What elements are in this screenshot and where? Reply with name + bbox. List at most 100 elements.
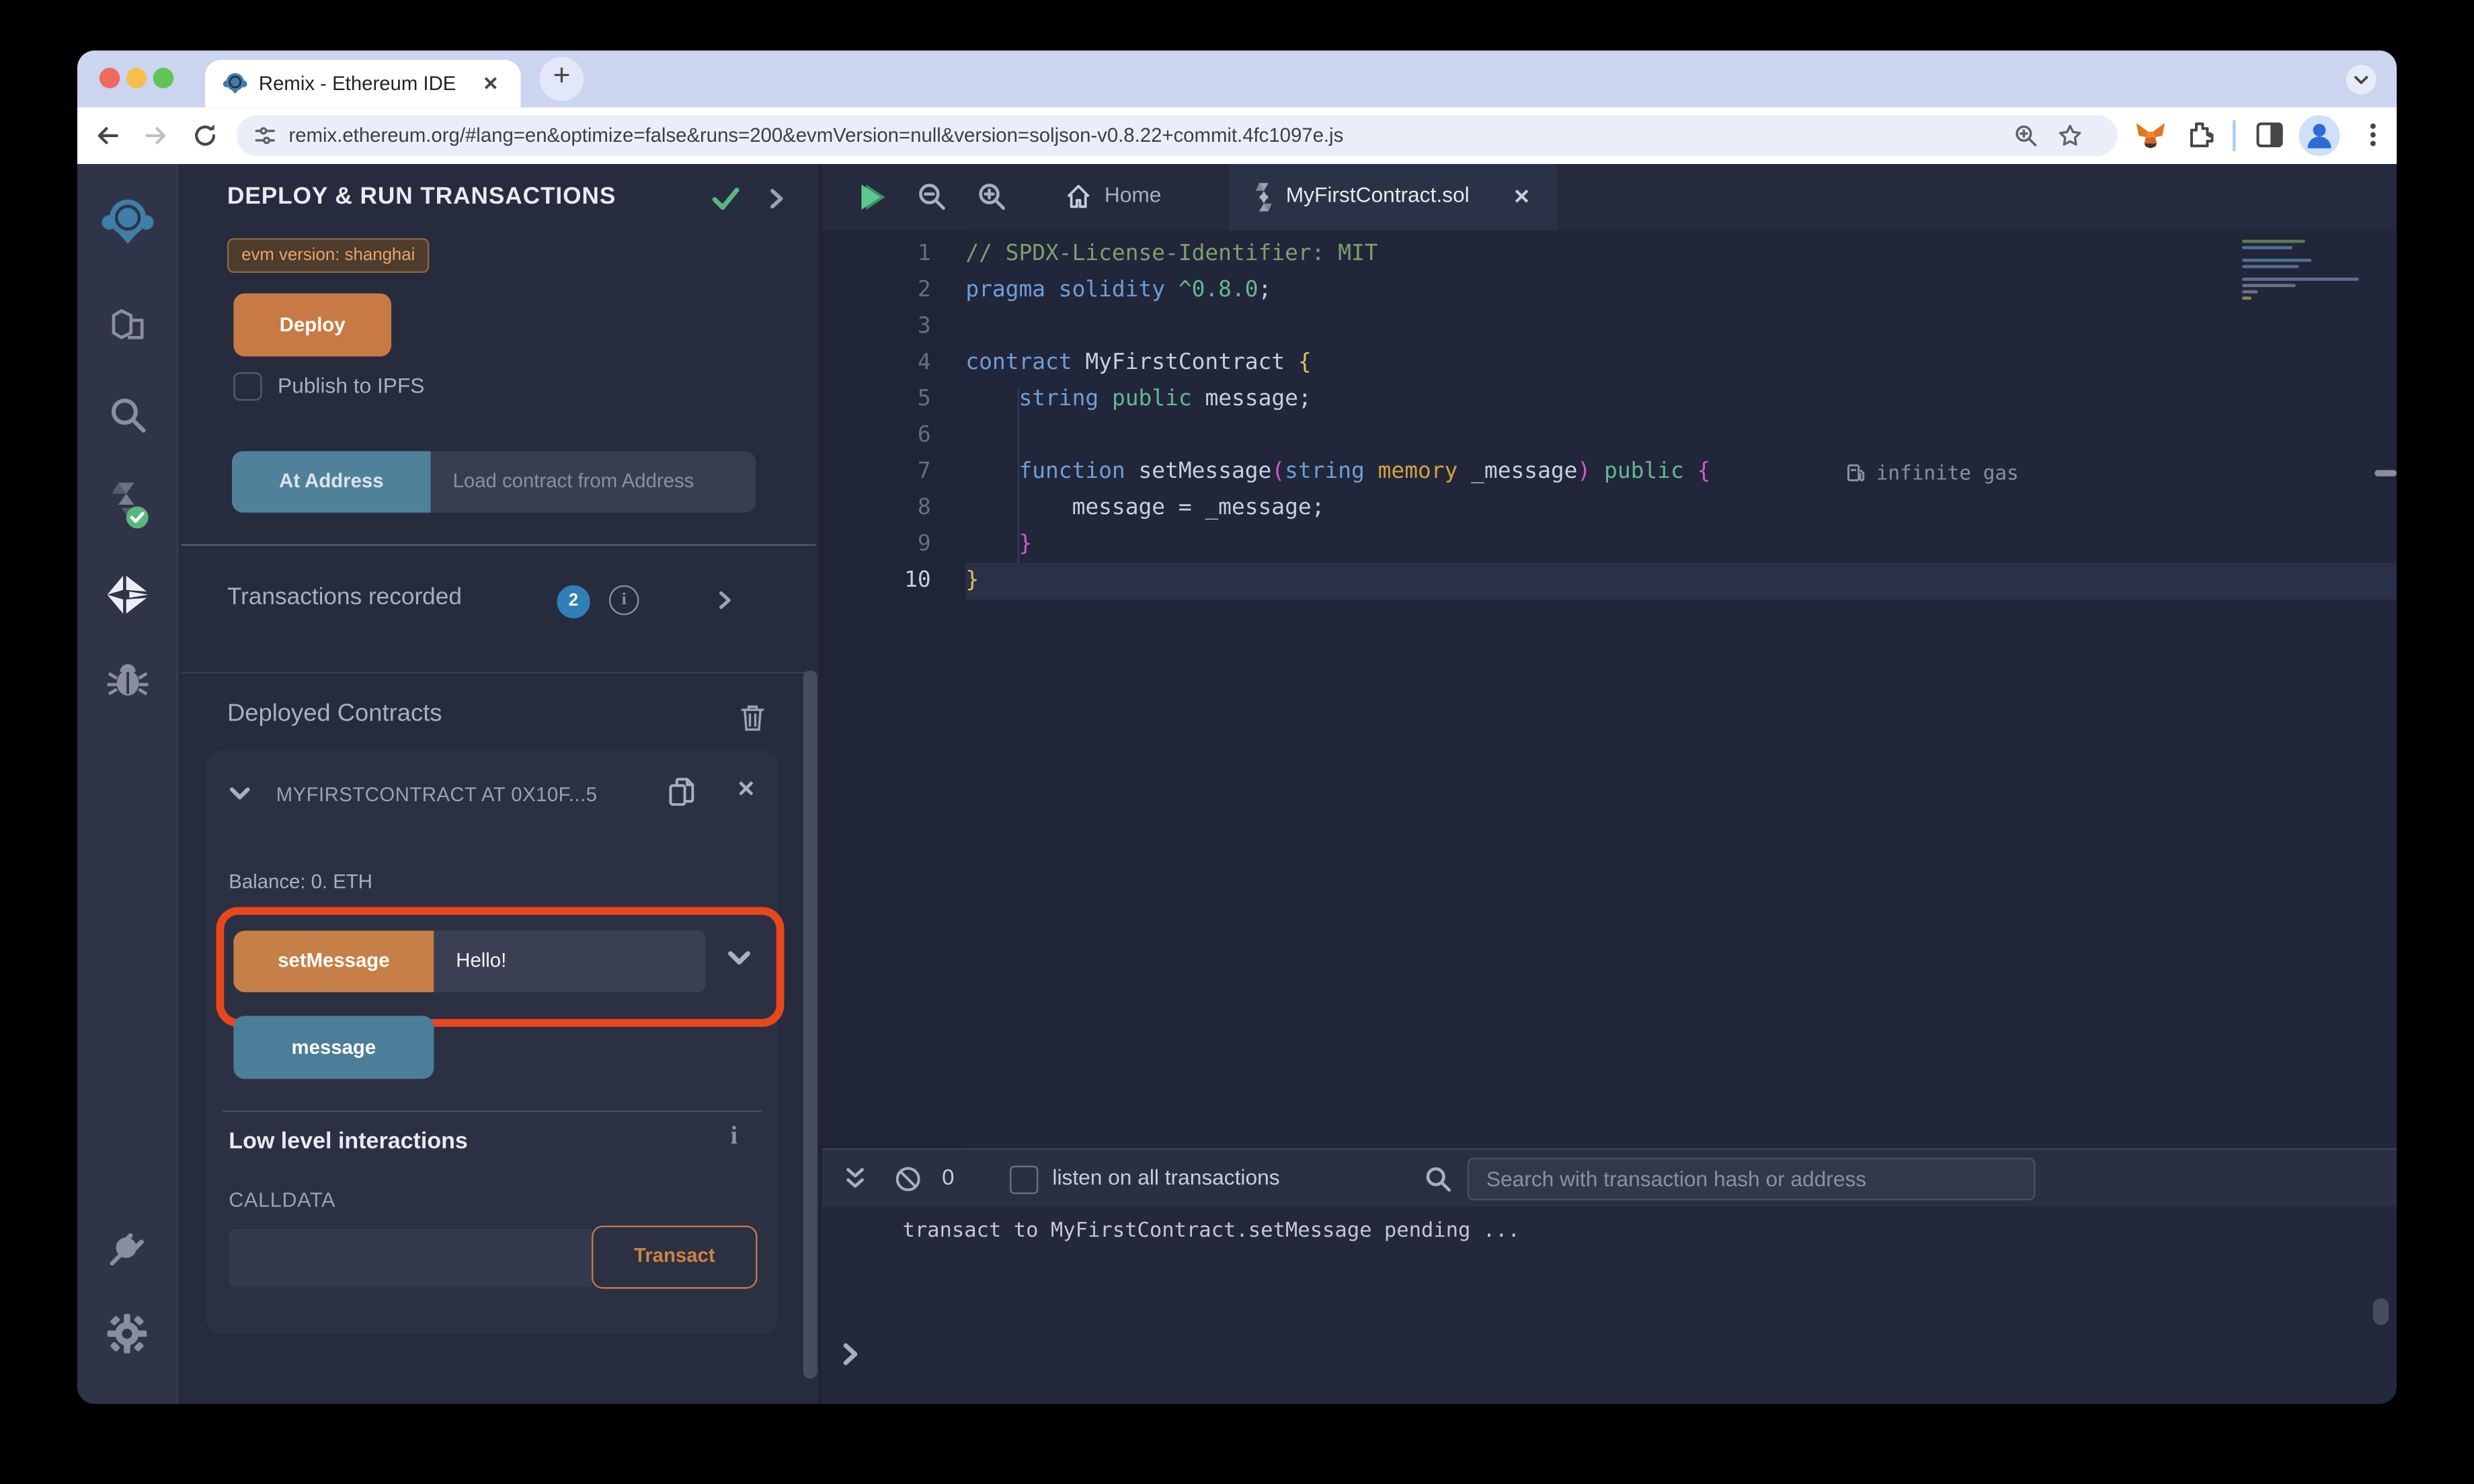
clear-console-icon[interactable] bbox=[895, 1165, 922, 1192]
terminal-toolbar: 0 listen on all transactions Search with… bbox=[822, 1148, 2397, 1207]
line-number: 4 bbox=[917, 350, 931, 376]
panel-divider bbox=[181, 544, 816, 546]
remix-logo-icon[interactable] bbox=[77, 196, 177, 249]
code-line: 10} bbox=[822, 563, 2397, 600]
zoom-out-icon[interactable] bbox=[917, 181, 947, 212]
transactions-info-icon[interactable]: i bbox=[608, 585, 639, 616]
metamask-extension-icon[interactable] bbox=[2134, 120, 2166, 151]
url-text[interactable]: remix.ethereum.org/#lang=en&optimize=fal… bbox=[288, 124, 1343, 147]
panel-title: DEPLOY & RUN TRANSACTIONS bbox=[227, 183, 616, 210]
line-number: 10 bbox=[904, 567, 931, 593]
solidity-compiler-icon[interactable] bbox=[77, 479, 177, 530]
browser-tab-strip: Remix - Ethereum IDE ✕ + bbox=[77, 50, 2397, 108]
deploy-and-run-icon[interactable] bbox=[77, 571, 177, 618]
terminal-scrollbar-thumb[interactable] bbox=[2372, 1298, 2389, 1325]
code-line: 3 bbox=[822, 309, 2397, 345]
low-level-info-icon[interactable]: i bbox=[731, 1123, 737, 1151]
message-button[interactable]: message bbox=[233, 1016, 434, 1079]
setmessage-button[interactable]: setMessage bbox=[233, 930, 434, 993]
load-contract-input[interactable]: Load contract from Address bbox=[430, 451, 756, 513]
terminal-prompt-icon[interactable] bbox=[842, 1342, 858, 1366]
settings-gear-icon[interactable] bbox=[77, 1313, 177, 1355]
at-address-button[interactable]: At Address bbox=[232, 451, 431, 513]
transactions-expand-chevron-icon[interactable] bbox=[718, 590, 732, 611]
screenshot-root: Remix - Ethereum IDE ✕ + remix.ethereum.… bbox=[0, 0, 2474, 1484]
publish-ipfs-checkbox[interactable] bbox=[233, 372, 262, 401]
listen-all-label[interactable]: listen on all transactions bbox=[1052, 1165, 1279, 1189]
copy-address-icon[interactable] bbox=[668, 776, 696, 808]
maximize-window-button[interactable] bbox=[153, 67, 174, 89]
icon-rail bbox=[77, 164, 179, 1404]
file-explorer-icon[interactable] bbox=[77, 306, 177, 347]
zoom-in-icon[interactable] bbox=[977, 181, 1007, 212]
terminal: 0 listen on all transactions Search with… bbox=[819, 1148, 2397, 1404]
deployed-contracts-label: Deployed Contracts bbox=[227, 700, 442, 727]
plugin-manager-icon[interactable] bbox=[77, 1224, 177, 1268]
setmessage-input[interactable]: Hello! bbox=[434, 930, 706, 993]
panel-expand-chevron-icon[interactable] bbox=[768, 188, 784, 210]
run-script-play-icon[interactable] bbox=[856, 183, 888, 211]
editor-scrollbar-marker[interactable] bbox=[2375, 470, 2397, 477]
contract-collapse-chevron-icon[interactable] bbox=[229, 786, 251, 801]
code-line: 9 } bbox=[822, 527, 2397, 563]
site-settings-icon[interactable] bbox=[254, 124, 276, 147]
contract-title[interactable]: MYFIRSTCONTRACT AT 0X10F...5 bbox=[276, 784, 655, 806]
debugger-icon[interactable] bbox=[77, 659, 177, 700]
code-line: 1// SPDX-License-Identifier: MIT bbox=[822, 237, 2397, 273]
browser-tab[interactable]: Remix - Ethereum IDE ✕ bbox=[205, 60, 521, 108]
contract-balance: Balance: 0. ETH bbox=[229, 870, 372, 893]
remove-contract-icon[interactable]: ✕ bbox=[737, 776, 756, 803]
code-area[interactable]: 1// SPDX-License-Identifier: MIT 2 pragma … bbox=[822, 230, 2397, 1149]
close-window-button[interactable] bbox=[99, 67, 120, 89]
minimize-window-button[interactable] bbox=[126, 67, 147, 89]
evm-version-badge: evm version: shanghai bbox=[227, 238, 430, 274]
line-number: 8 bbox=[917, 495, 931, 521]
transactions-count-badge: 2 bbox=[557, 585, 590, 619]
terminal-output[interactable]: transact to MyFirstContract.setMessage p… bbox=[822, 1206, 2397, 1404]
bookmark-star-icon[interactable] bbox=[2057, 123, 2083, 149]
tab-close-icon[interactable]: ✕ bbox=[483, 73, 499, 95]
tab-myfirstcontract[interactable]: MyFirstContract.sol ✕ bbox=[1229, 164, 1558, 231]
editor-region: Home MyFirstContract.sol ✕ 1// SPDX-Lice… bbox=[819, 164, 2397, 1149]
url-bar[interactable]: remix.ethereum.org/#lang=en&optimize=fal… bbox=[237, 115, 2118, 157]
extensions-puzzle-icon[interactable] bbox=[2186, 120, 2216, 150]
browser-menu-icon[interactable] bbox=[2359, 120, 2387, 150]
line-number: 2 bbox=[917, 278, 931, 303]
deploy-button[interactable]: Deploy bbox=[233, 293, 392, 357]
minimap[interactable] bbox=[2242, 239, 2365, 303]
solidity-file-icon bbox=[1251, 181, 1277, 213]
setmessage-expand-chevron-icon[interactable] bbox=[727, 950, 751, 967]
back-icon[interactable] bbox=[93, 122, 121, 150]
panel-success-check-icon bbox=[711, 186, 740, 212]
forward-icon[interactable] bbox=[142, 122, 170, 150]
side-panel-icon[interactable] bbox=[2255, 120, 2285, 150]
tab-myfirstcontract-label: MyFirstContract.sol bbox=[1285, 183, 1470, 207]
line-number: 9 bbox=[917, 531, 931, 557]
deployed-contract-card: MYFIRSTCONTRACT AT 0X10F...5 ✕ Balance: … bbox=[206, 751, 785, 1333]
transact-button[interactable]: Transact bbox=[592, 1225, 758, 1289]
browser-window: Remix - Ethereum IDE ✕ + remix.ethereum.… bbox=[77, 50, 2397, 1404]
publish-ipfs-label[interactable]: Publish to IPFS bbox=[278, 374, 424, 397]
calldata-input[interactable] bbox=[229, 1229, 592, 1288]
tab-home[interactable]: Home bbox=[1033, 164, 1229, 231]
tab-search-chevron-icon[interactable] bbox=[2345, 63, 2378, 96]
clear-deployed-trash-icon[interactable] bbox=[740, 704, 766, 732]
new-tab-button[interactable]: + bbox=[539, 56, 584, 101]
code-line: 4 contract MyFirstContract { bbox=[822, 345, 2397, 382]
search-icon[interactable] bbox=[77, 395, 177, 436]
reload-icon[interactable] bbox=[191, 122, 219, 150]
home-icon bbox=[1065, 183, 1092, 210]
zoom-page-icon[interactable] bbox=[2013, 123, 2039, 149]
profile-avatar[interactable] bbox=[2299, 115, 2340, 157]
tab-close-icon[interactable]: ✕ bbox=[1513, 185, 1531, 210]
line-number: 5 bbox=[917, 386, 931, 412]
panel-scrollbar-thumb[interactable] bbox=[803, 670, 817, 1379]
pending-tx-count: 0 bbox=[942, 1164, 955, 1190]
terminal-search-input[interactable]: Search with transaction hash or address bbox=[1467, 1157, 2036, 1201]
line-number: 7 bbox=[917, 458, 931, 485]
editor-action-bar: Home MyFirstContract.sol ✕ bbox=[822, 164, 2397, 231]
listen-all-checkbox[interactable] bbox=[1010, 1165, 1039, 1194]
code-line: 6 bbox=[822, 418, 2397, 454]
collapse-terminal-icon[interactable] bbox=[844, 1165, 867, 1191]
code-line: 7 function setMessage(string memory _mes… bbox=[822, 454, 2397, 491]
